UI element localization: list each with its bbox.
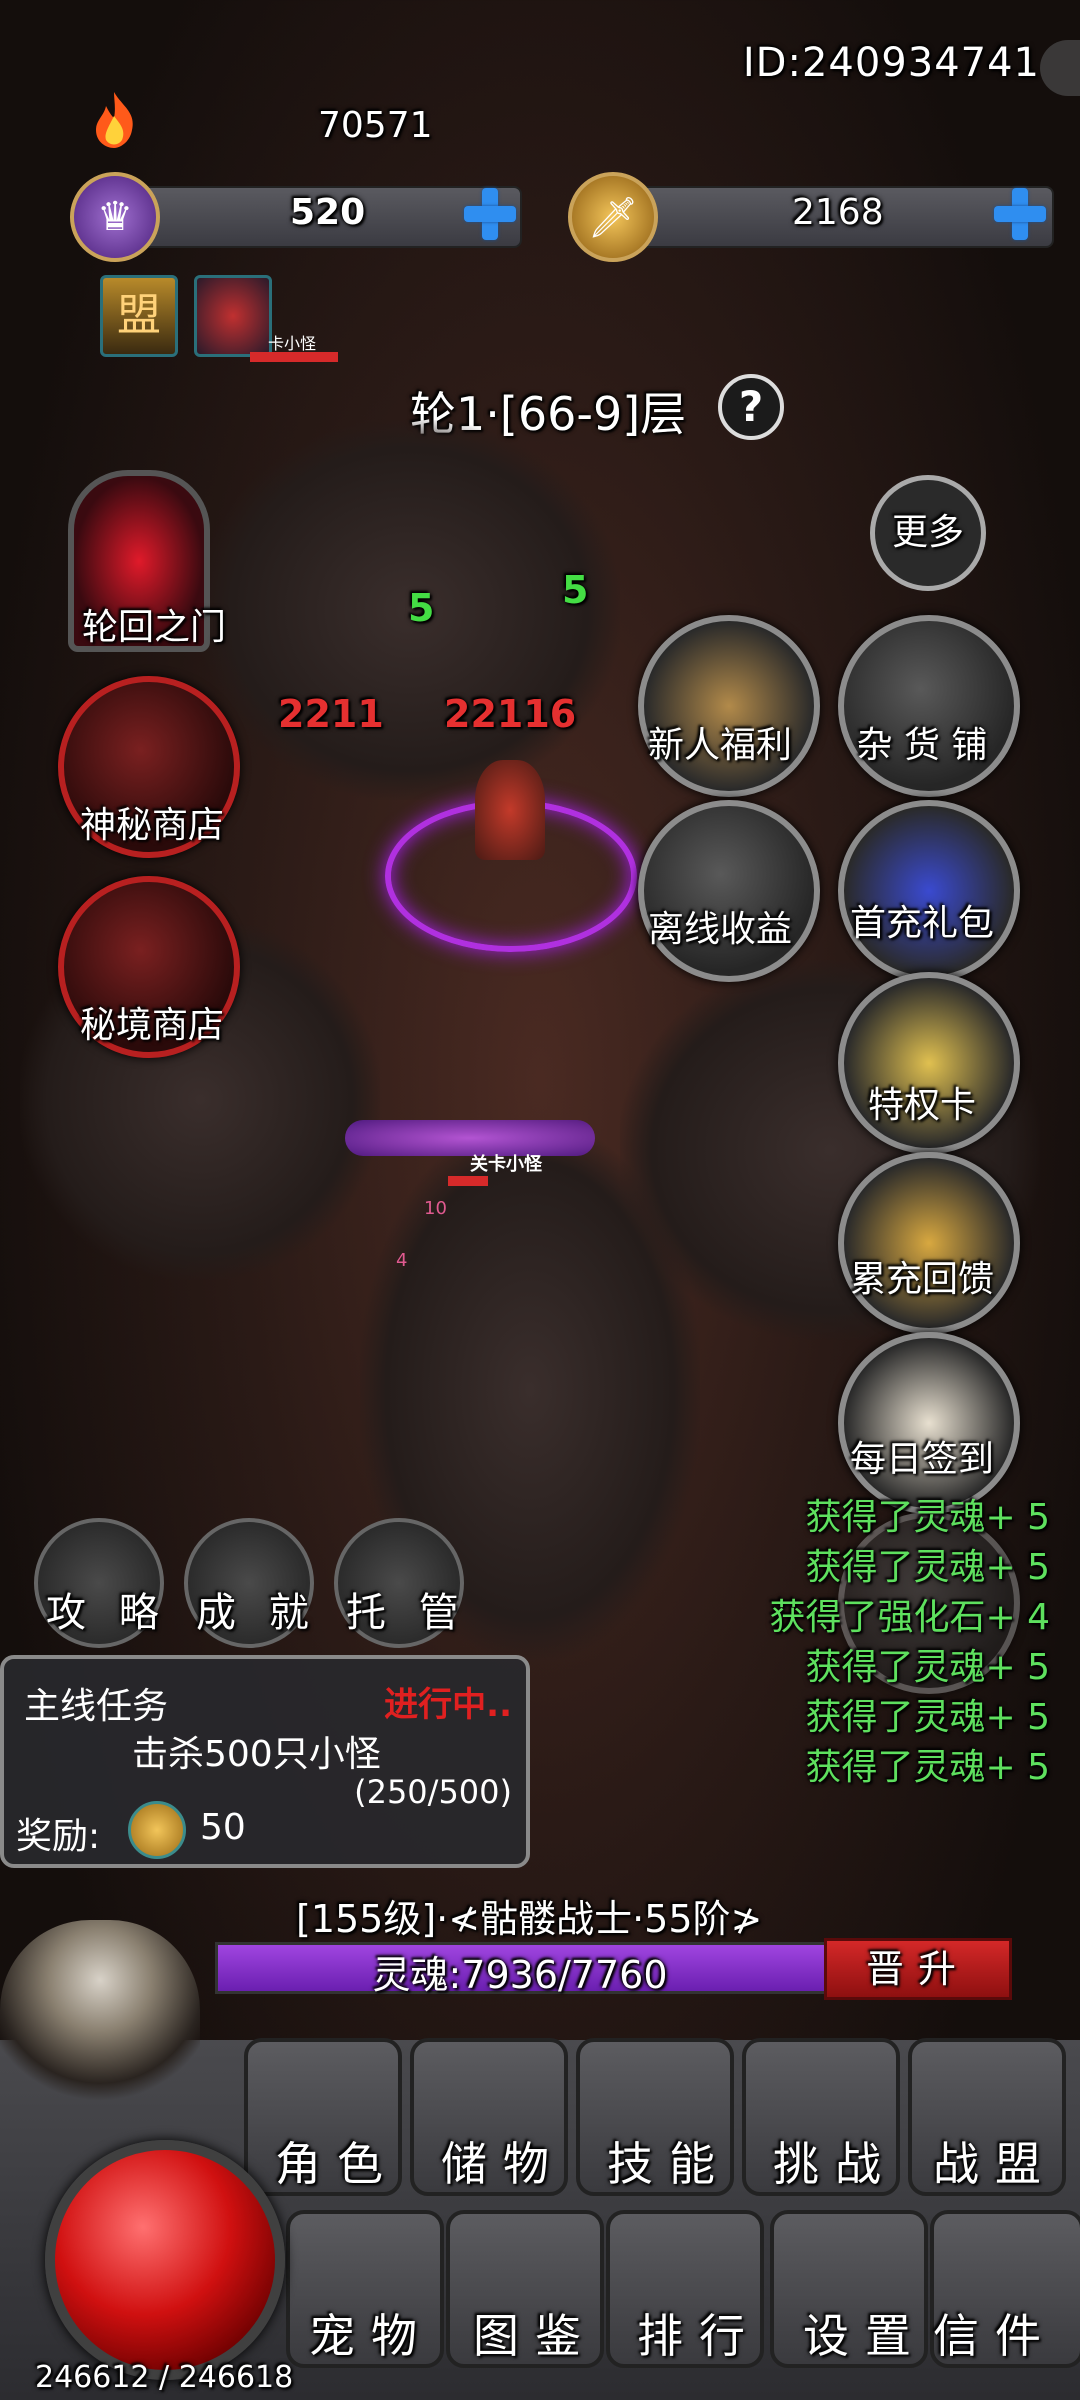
guide-label[interactable]: 攻 略 bbox=[46, 1580, 169, 1638]
mystic-shop-label[interactable]: 神秘商店 bbox=[32, 796, 272, 848]
loot-log-line: 获得了灵魂+ 5 bbox=[805, 1497, 1050, 1538]
nav-challenge[interactable]: 挑战 bbox=[750, 2128, 920, 2194]
gain-number-left: 5 bbox=[408, 586, 435, 630]
achievement-label[interactable]: 成 就 bbox=[196, 1580, 319, 1638]
quest-reward-label: 奖励: bbox=[16, 1816, 101, 1857]
alliance-badge-icon[interactable]: 盟 bbox=[100, 275, 178, 357]
side-drawer-handle[interactable] bbox=[1040, 40, 1080, 96]
add-gold-button[interactable] bbox=[992, 186, 1048, 242]
damage-number-left: 2211 bbox=[278, 692, 384, 736]
quest-title: 主线任务 bbox=[24, 1686, 169, 1727]
bar-chart-icon[interactable] bbox=[838, 1152, 1020, 1334]
quest-description: 击杀500只小怪 bbox=[132, 1734, 381, 1775]
gift-box-icon[interactable] bbox=[638, 615, 820, 797]
add-crown-button[interactable] bbox=[462, 186, 518, 242]
hit-number-2: 4 bbox=[396, 1250, 408, 1271]
first-charge-label[interactable]: 首充礼包 bbox=[802, 894, 1042, 946]
loot-log-line: 获得了灵魂+ 5 bbox=[805, 1547, 1050, 1588]
loot-log-line: 获得了灵魂+ 5 bbox=[805, 1647, 1050, 1688]
crown-icon: ♛ bbox=[70, 172, 160, 262]
combat-power: 70571 bbox=[318, 105, 433, 146]
promote-button[interactable]: 晋升 bbox=[824, 1938, 1012, 2000]
nav-storage[interactable]: 储物 bbox=[418, 2128, 588, 2194]
cumulative-recharge-label[interactable]: 累充回馈 bbox=[802, 1250, 1042, 1302]
skeleton-warrior-portrait bbox=[0, 1920, 200, 2120]
shop-house-icon[interactable] bbox=[838, 615, 1020, 797]
loot-log-line: 获得了灵魂+ 5 bbox=[805, 1747, 1050, 1788]
gold-currency-value: 2168 bbox=[792, 192, 884, 233]
mini-monster-hp bbox=[250, 352, 338, 362]
nav-codex[interactable]: 图鉴 bbox=[450, 2300, 620, 2366]
damage-number-right: 22116 bbox=[444, 692, 577, 736]
secret-shop-label[interactable]: 秘境商店 bbox=[32, 996, 272, 1048]
loot-log-line: 获得了灵魂+ 5 bbox=[805, 1697, 1050, 1738]
health-orb bbox=[45, 2140, 285, 2380]
player-level: [155级]·≮骷髅战士·55阶≯ bbox=[296, 1897, 763, 1941]
grocery-label[interactable]: 杂 货 铺 bbox=[802, 716, 1042, 768]
enemy-hp-bar bbox=[448, 1176, 488, 1186]
user-id: ID:240934741 bbox=[742, 40, 1040, 86]
boss-portrait-icon[interactable] bbox=[194, 275, 272, 357]
daily-signin-label[interactable]: 每日签到 bbox=[802, 1430, 1042, 1482]
nav-ranking[interactable]: 排行 bbox=[614, 2300, 784, 2366]
auto-label[interactable]: 托 管 bbox=[346, 1580, 469, 1638]
main-quest-panel[interactable]: 主线任务 进行中.. 击杀500只小怪 (250/500) 奖励: 50 bbox=[0, 1655, 530, 1868]
more-button[interactable]: 更多 bbox=[870, 475, 986, 591]
notebook-icon[interactable] bbox=[838, 1332, 1020, 1514]
soul-value: 灵魂:7936/7760 bbox=[372, 1953, 668, 1997]
reincarnation-portal-label[interactable]: 轮回之门 bbox=[34, 598, 274, 650]
coin-icon bbox=[128, 1801, 186, 1859]
privilege-card-label[interactable]: 特权卡 bbox=[802, 1076, 1042, 1128]
player-character bbox=[475, 760, 545, 860]
quest-progress: (250/500) bbox=[354, 1773, 512, 1811]
flame-icon bbox=[96, 92, 133, 148]
nav-mail[interactable]: 信件 bbox=[910, 2300, 1080, 2366]
loot-log-line: 获得了强化石+ 4 bbox=[769, 1597, 1050, 1638]
help-button[interactable]: ? bbox=[718, 374, 784, 440]
enemy-name-label: 关卡小怪 bbox=[470, 1154, 542, 1175]
quest-reward-value: 50 bbox=[200, 1807, 246, 1848]
mini-monster-label: 卡小怪 bbox=[268, 334, 317, 353]
sword-coin-icon: 🗡 bbox=[568, 172, 658, 262]
health-value: 246612 / 246618 bbox=[35, 2360, 294, 2395]
hit-number-1: 10 bbox=[424, 1198, 447, 1219]
gift-package-icon[interactable] bbox=[838, 800, 1020, 982]
nav-pets[interactable]: 宠物 bbox=[286, 2300, 456, 2366]
nav-skills[interactable]: 技能 bbox=[584, 2128, 754, 2194]
quest-status: 进行中.. bbox=[384, 1685, 512, 1725]
nav-alliance[interactable]: 战盟 bbox=[910, 2128, 1080, 2194]
nav-character[interactable]: 角色 bbox=[252, 2128, 422, 2194]
crown-currency-value: 520 bbox=[290, 192, 366, 233]
gain-number-right: 5 bbox=[562, 568, 589, 612]
hourglass-icon[interactable] bbox=[638, 800, 820, 982]
